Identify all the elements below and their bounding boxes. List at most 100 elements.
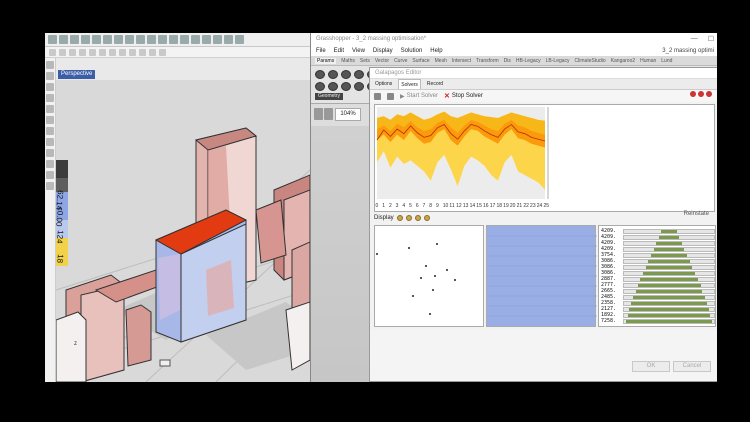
line-icon[interactable] [69, 48, 76, 56]
new-file-icon[interactable] [48, 35, 57, 44]
tab-human[interactable]: Human [640, 58, 656, 64]
rotate-icon[interactable] [147, 35, 156, 44]
menu-file[interactable]: File [316, 48, 326, 54]
menu-edit[interactable]: Edit [334, 48, 344, 54]
component-icon[interactable] [354, 70, 364, 79]
menu-solution[interactable]: Solution [401, 48, 423, 54]
tab-lb-legacy[interactable]: LB-Legacy [546, 58, 570, 64]
side-tool-icon[interactable] [46, 160, 54, 168]
folder-icon[interactable] [324, 108, 333, 120]
start-solver-button[interactable]: ▶ Start Solver [400, 93, 438, 100]
side-tool-icon[interactable] [46, 171, 54, 179]
record-icon[interactable] [706, 91, 712, 97]
tab-record[interactable]: Record [425, 79, 445, 89]
viewport-tab-perspective[interactable]: Perspective [58, 70, 96, 79]
print-icon[interactable] [81, 35, 90, 44]
side-tool-icon[interactable] [46, 105, 54, 113]
maximize-icon[interactable]: ☐ [708, 35, 714, 43]
zoom-window-icon[interactable] [169, 35, 178, 44]
paste-icon[interactable] [114, 35, 123, 44]
boolean-icon[interactable] [159, 48, 166, 56]
save-icon[interactable] [314, 108, 323, 120]
zoom-icon[interactable] [158, 35, 167, 44]
display-mode-icon[interactable] [396, 215, 403, 221]
sphere-icon[interactable] [139, 48, 146, 56]
menu-view[interactable]: View [352, 48, 365, 54]
component-icon[interactable] [315, 82, 325, 91]
tab-vector[interactable]: Vector [375, 58, 389, 64]
open-file-icon[interactable] [59, 35, 68, 44]
display-mode-icon[interactable] [414, 215, 421, 221]
zoom-extents-icon[interactable] [180, 35, 189, 44]
menu-display[interactable]: Display [373, 48, 393, 54]
extrude-icon[interactable] [149, 48, 156, 56]
render-icon[interactable] [213, 35, 222, 44]
side-tool-icon[interactable] [46, 182, 54, 190]
help-icon[interactable] [235, 35, 244, 44]
tab-params[interactable]: Params [315, 57, 337, 64]
grid-icon[interactable] [191, 35, 200, 44]
side-tool-icon[interactable] [46, 72, 54, 80]
tab-surface[interactable]: Surface [412, 58, 429, 64]
stop-solver-button[interactable]: ✕ Stop Solver [444, 92, 483, 100]
save-icon[interactable] [70, 35, 79, 44]
side-tool-icon[interactable] [46, 149, 54, 157]
x-tick-label: 21 [517, 203, 523, 209]
side-tool-icon[interactable] [46, 127, 54, 135]
display-mode-icon[interactable] [405, 215, 412, 221]
curve-icon[interactable] [89, 48, 96, 56]
pan-icon[interactable] [136, 35, 145, 44]
point-icon[interactable] [59, 48, 66, 56]
options-icon[interactable] [224, 35, 233, 44]
tab-options[interactable]: Options [373, 79, 394, 89]
tab-climatestudio[interactable]: ClimateStudio [575, 58, 606, 64]
histogram-cell [623, 265, 715, 270]
side-tool-icon[interactable] [46, 138, 54, 146]
arc-icon[interactable] [109, 48, 116, 56]
tab-kangaroo2[interactable]: Kangaroo2 [611, 58, 635, 64]
tab-mesh[interactable]: Mesh [435, 58, 447, 64]
component-icon[interactable] [354, 82, 364, 91]
copy-icon[interactable] [103, 35, 112, 44]
cancel-button[interactable]: Cancel [673, 361, 711, 372]
component-icon[interactable] [328, 70, 338, 79]
export-icon[interactable] [387, 92, 394, 100]
document-name[interactable]: 3_2 massing optimi [662, 48, 714, 54]
circle-icon[interactable] [99, 48, 106, 56]
cut-icon[interactable] [92, 35, 101, 44]
zoom-field[interactable]: 104% [335, 108, 361, 121]
side-tool-icon[interactable] [46, 83, 54, 91]
record-icon[interactable] [690, 91, 696, 97]
rectangle-icon[interactable] [119, 48, 126, 56]
display-mode-icon[interactable] [423, 215, 430, 221]
polyline-icon[interactable] [79, 48, 86, 56]
record-icon[interactable] [698, 91, 704, 97]
tab-maths[interactable]: Maths [341, 58, 355, 64]
side-tool-icon[interactable] [46, 94, 54, 102]
box-icon[interactable] [129, 48, 136, 56]
component-icon[interactable] [341, 82, 351, 91]
reinstate-button[interactable]: Reinstate [684, 211, 709, 217]
tab-solvers[interactable]: Solvers [398, 79, 421, 89]
undo-icon[interactable] [125, 35, 134, 44]
tab-lund[interactable]: Lund [661, 58, 672, 64]
tab-dis[interactable]: Dis [504, 58, 511, 64]
tab-hb-legacy[interactable]: HB-Legacy [516, 58, 541, 64]
component-icon[interactable] [328, 82, 338, 91]
layer-icon[interactable] [202, 35, 211, 44]
side-tool-icon[interactable] [46, 116, 54, 124]
component-icon[interactable] [341, 70, 351, 79]
select-icon[interactable] [49, 48, 56, 56]
tab-transform[interactable]: Transform [476, 58, 499, 64]
perspective-viewport[interactable]: z [55, 80, 310, 382]
palette-group-label[interactable]: Geometry [315, 93, 343, 100]
settings-icon[interactable] [374, 92, 381, 100]
tab-intersect[interactable]: Intersect [452, 58, 471, 64]
minimize-icon[interactable]: — [691, 35, 698, 43]
component-icon[interactable] [315, 70, 325, 79]
ok-button[interactable]: OK [632, 361, 670, 372]
side-tool-icon[interactable] [46, 61, 54, 69]
menu-help[interactable]: Help [430, 48, 442, 54]
tab-sets[interactable]: Sets [360, 58, 370, 64]
tab-curve[interactable]: Curve [394, 58, 407, 64]
